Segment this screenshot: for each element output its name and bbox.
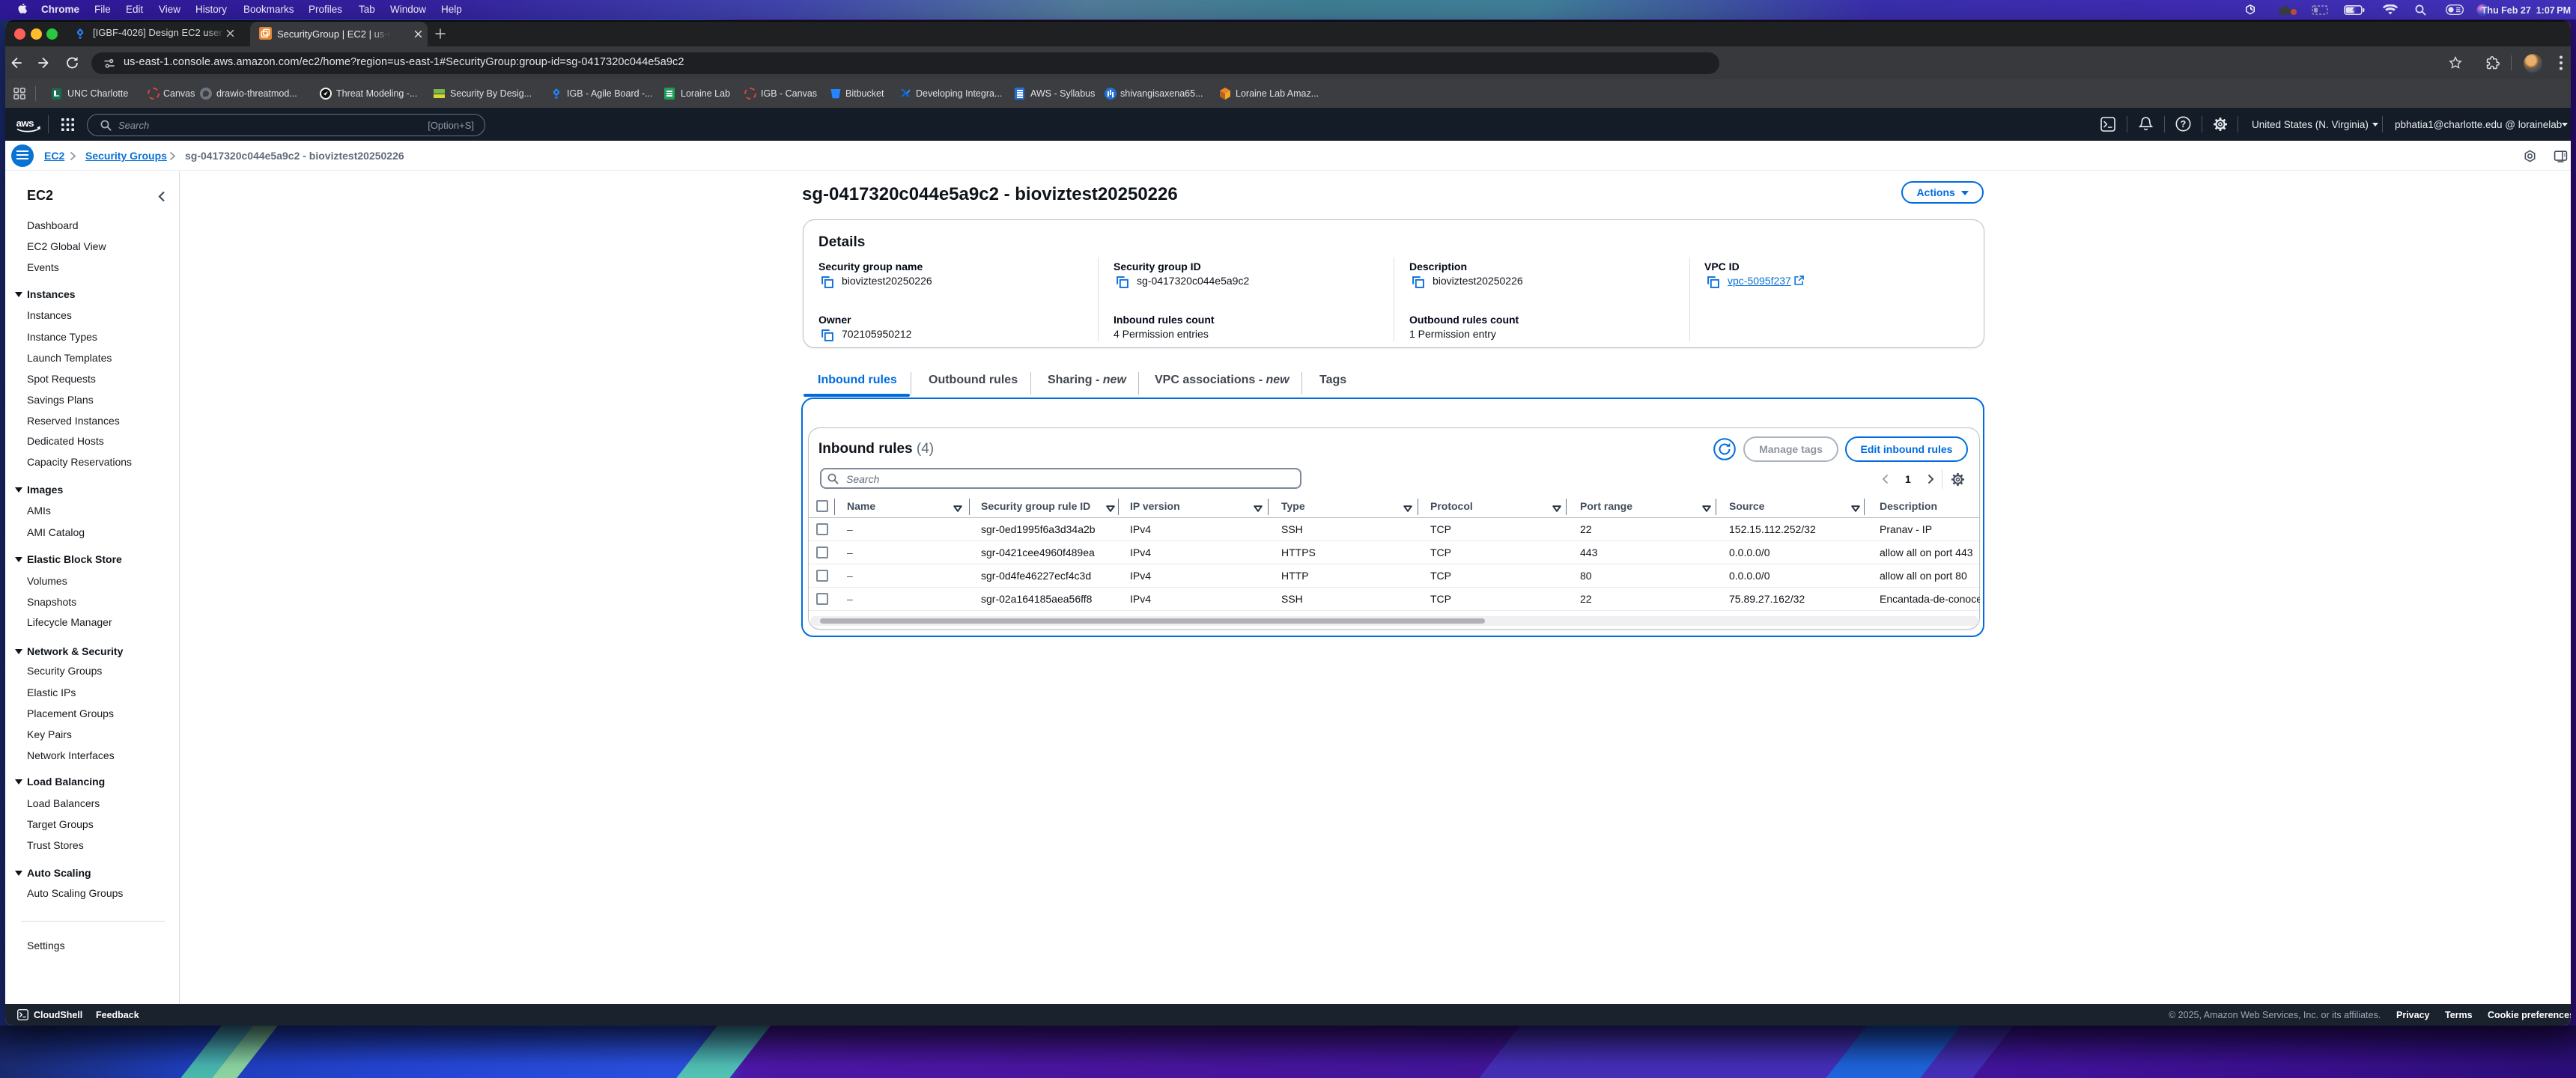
- svg-text:?: ?: [2181, 119, 2187, 130]
- svg-text:aws: aws: [16, 118, 34, 129]
